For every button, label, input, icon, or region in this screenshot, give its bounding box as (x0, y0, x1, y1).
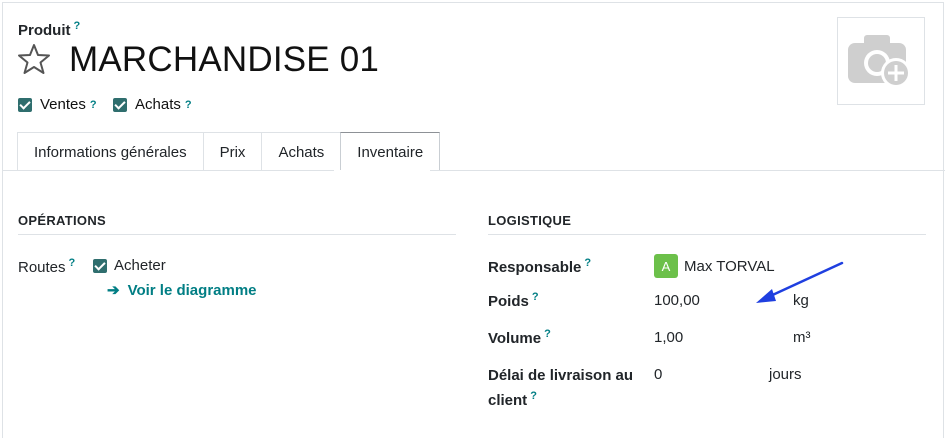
flag-ventes[interactable]: Ventes? (18, 96, 97, 113)
product-image-upload[interactable] (837, 17, 925, 105)
help-icon[interactable]: ? (69, 257, 76, 269)
annotation-arrow-icon (756, 261, 844, 303)
delai-livraison-label: Délai de livraison au client? (488, 367, 634, 409)
help-icon[interactable]: ? (544, 328, 551, 340)
tab-achats[interactable]: Achats (261, 132, 342, 171)
volume-unit: m³ (793, 329, 811, 346)
checkbox-acheter[interactable] (93, 258, 107, 273)
tab-inventaire[interactable]: Inventaire (340, 132, 441, 171)
active-tab-gap (334, 170, 430, 171)
avatar: A (654, 254, 678, 278)
route-acheter[interactable]: Acheter (93, 257, 166, 274)
help-icon[interactable]: ? (532, 291, 539, 303)
checkbox-achats[interactable] (113, 97, 127, 112)
checkbox-ventes[interactable] (18, 97, 32, 112)
poids-input[interactable]: 100,00 (654, 292, 700, 309)
tabs-divider (2, 170, 945, 171)
product-label: Produit? (18, 20, 81, 39)
camera-add-icon (848, 35, 911, 88)
voir-diagramme-link[interactable]: ➔ Voir le diagramme (107, 281, 257, 300)
help-icon[interactable]: ? (185, 99, 192, 111)
poids-label: Poids? (488, 291, 539, 310)
notebook-tabs: Informations générales Prix Achats Inven… (17, 132, 441, 171)
routes-label: Routes? (18, 257, 76, 276)
section-logistique-title: LOGISTIQUE (488, 213, 926, 235)
delai-unit: jours (769, 366, 802, 383)
help-icon[interactable]: ? (90, 99, 97, 111)
volume-label: Volume? (488, 328, 551, 347)
tab-prix[interactable]: Prix (202, 132, 263, 171)
product-name[interactable]: MARCHANDISE 01 (69, 40, 379, 80)
help-icon[interactable]: ? (584, 257, 591, 269)
flag-achats[interactable]: Achats? (113, 96, 192, 113)
volume-input[interactable]: 1,00 (654, 329, 683, 346)
arrow-right-icon: ➔ (107, 282, 120, 299)
star-icon[interactable] (17, 42, 51, 76)
responsable-label: Responsable? (488, 257, 592, 276)
help-icon[interactable]: ? (74, 20, 81, 32)
tab-informations-generales[interactable]: Informations générales (17, 132, 204, 171)
section-operations-title: OPÉRATIONS (18, 213, 456, 235)
help-icon[interactable]: ? (530, 390, 537, 402)
delai-input[interactable]: 0 (654, 366, 662, 383)
